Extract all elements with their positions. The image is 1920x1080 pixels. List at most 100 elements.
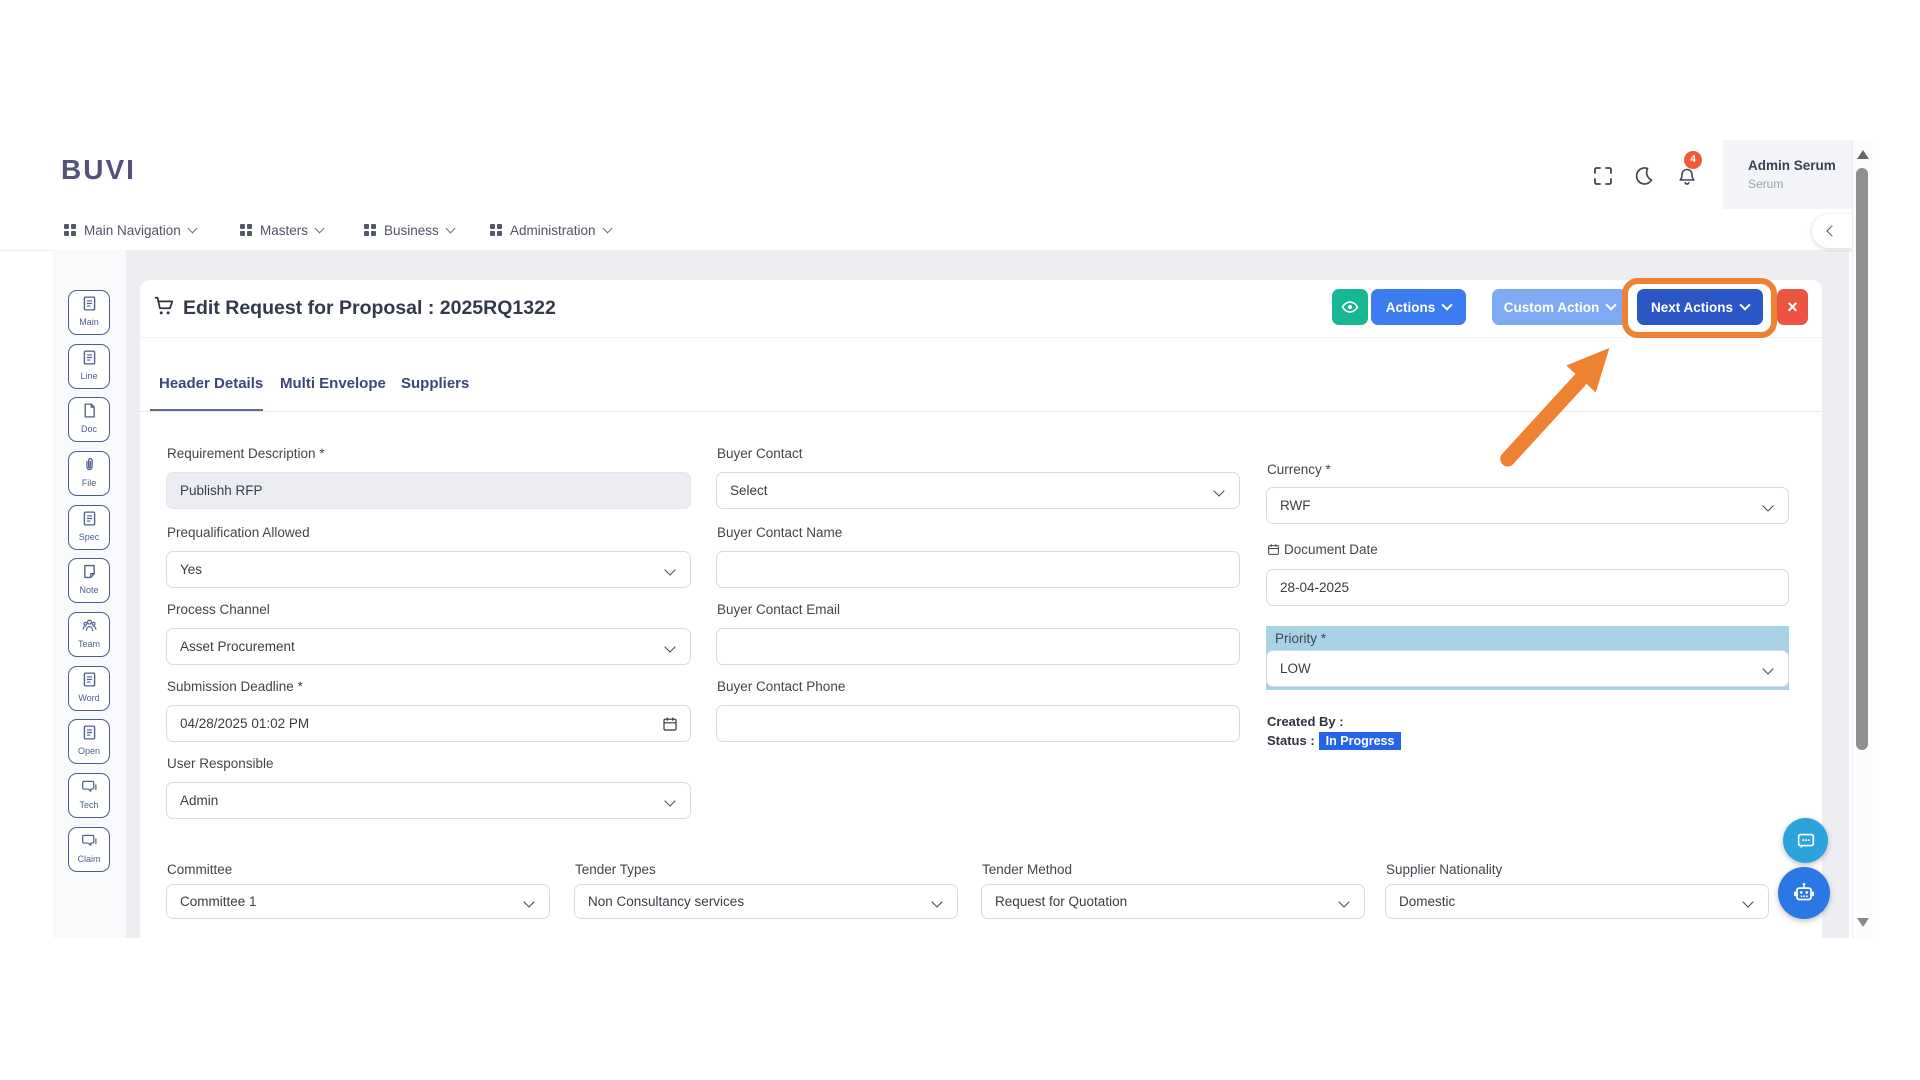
buyer-contact-phone-label: Buyer Contact Phone (717, 679, 846, 694)
sidebar-item-note[interactable]: Note (68, 558, 110, 603)
chevron-down-icon (1605, 299, 1617, 311)
sidebar-item-open[interactable]: Open (68, 719, 110, 764)
buyer-contact-phone-input[interactable] (716, 705, 1240, 742)
committee-select[interactable]: Committee 1 (166, 884, 550, 919)
calendar-icon[interactable] (662, 716, 678, 732)
status-row: Status : In Progress (1267, 732, 1402, 750)
nav-label: Business (384, 222, 439, 238)
sidebar-item-label: Line (80, 371, 98, 381)
sidebar-item-label: Main (79, 317, 99, 327)
select-value: Admin (180, 793, 219, 808)
page-icon (84, 403, 95, 418)
buyer-contact-email-input[interactable] (716, 628, 1240, 665)
tender-method-select[interactable]: Request for Quotation (981, 884, 1365, 919)
status-label: Status : (1267, 733, 1315, 748)
nav-item-business[interactable]: Business (364, 210, 456, 250)
chevron-down-icon (664, 795, 676, 807)
sidebar-item-spec[interactable]: Spec (68, 505, 110, 550)
sidebar-item-label: Spec (78, 532, 100, 542)
chevron-down-icon (1762, 663, 1774, 675)
tab-suppliers[interactable]: Suppliers (401, 375, 469, 392)
submission-deadline-input[interactable]: 04/28/2025 01:02 PM (166, 705, 691, 742)
select-value: Committee 1 (180, 894, 257, 909)
tender-types-select[interactable]: Non Consultancy services (574, 884, 958, 919)
scroll-down-arrow[interactable] (1857, 918, 1869, 927)
sidebar-item-label: Team (77, 639, 100, 649)
doc-lines-icon (83, 296, 95, 311)
nav-label: Masters (260, 222, 309, 238)
process-channel-select[interactable]: Asset Procurement (166, 628, 691, 665)
buyer-contact-select[interactable]: Select (716, 472, 1240, 509)
chat-fab-button[interactable] (1783, 818, 1828, 863)
dark-mode-moon-icon[interactable] (1634, 166, 1654, 186)
grid-icon (64, 224, 76, 236)
nav-item-main-navigation[interactable]: Main Navigation (64, 210, 198, 250)
sidebar-item-label: Open (77, 746, 101, 756)
currency-label: Currency * (1267, 462, 1331, 477)
nav-item-masters[interactable]: Masters (240, 210, 325, 250)
requirement-description-input[interactable]: Publishh RFP (166, 472, 691, 509)
chevron-down-icon (664, 641, 676, 653)
tab-header-details[interactable]: Header Details (159, 375, 263, 392)
view-eye-button[interactable] (1332, 289, 1368, 325)
brand-logo[interactable]: BUVI (61, 154, 136, 186)
buyer-contact-name-label: Buyer Contact Name (717, 525, 843, 540)
sidebar-item-claim[interactable]: Claim (68, 827, 110, 872)
sidebar-item-file[interactable]: File (68, 451, 110, 496)
actions-button[interactable]: Actions (1371, 289, 1466, 325)
close-button[interactable]: × (1777, 289, 1808, 325)
scrollbar-thumb[interactable] (1856, 168, 1868, 750)
sidebar-item-doc[interactable]: Doc (68, 397, 110, 442)
sidebar-item-label: Claim (77, 854, 101, 864)
team-icon (82, 619, 96, 632)
sidebar-rail: Main Line Doc File Spec Note Team Word O… (53, 250, 126, 938)
sidebar-item-label: File (81, 478, 97, 488)
requirement-description-label: Requirement Description * (167, 446, 325, 461)
sidebar-item-line[interactable]: Line (68, 344, 110, 389)
panel-collapse-button[interactable] (1812, 214, 1852, 248)
custom-action-button[interactable]: Custom Action (1492, 289, 1627, 325)
user-org: Serum (1748, 177, 1784, 191)
priority-label: Priority * (1275, 631, 1327, 646)
chevron-down-icon (1213, 485, 1225, 497)
currency-select[interactable]: RWF (1266, 487, 1789, 524)
datetime-value: 04/28/2025 01:02 PM (180, 716, 310, 731)
supplier-nationality-label: Supplier Nationality (1386, 862, 1503, 877)
page-title: Edit Request for Proposal : 2025RQ1322 (183, 297, 556, 319)
app-header: BUVI 4 Admin Serum Serum (0, 140, 1852, 211)
tender-types-label: Tender Types (575, 862, 656, 877)
select-value: RWF (1280, 498, 1311, 513)
next-actions-button-label: Next Actions (1650, 299, 1733, 315)
doc-lines-icon (83, 350, 95, 365)
divider (140, 411, 1822, 412)
notification-bell-icon[interactable] (1677, 167, 1697, 187)
select-value: Non Consultancy services (588, 894, 745, 909)
document-date-input[interactable]: 28-04-2025 (1266, 569, 1789, 606)
vertical-scrollbar[interactable] (1852, 140, 1873, 938)
sidebar-item-word[interactable]: Word (68, 666, 110, 711)
next-actions-button[interactable]: Next Actions (1637, 289, 1763, 325)
nav-item-administration[interactable]: Administration (490, 210, 612, 250)
fullscreen-icon[interactable] (1593, 166, 1613, 186)
sidebar-item-main[interactable]: Main (68, 290, 110, 335)
chevron-down-icon (931, 896, 943, 908)
rfp-edit-card: Edit Request for Proposal : 2025RQ1322 A… (140, 280, 1822, 938)
content-area: Main Line Doc File Spec Note Team Word O… (53, 250, 1849, 938)
nav-label: Main Navigation (84, 222, 181, 238)
scroll-up-arrow[interactable] (1857, 150, 1869, 159)
user-responsible-select[interactable]: Admin (166, 782, 691, 819)
user-menu[interactable]: Admin Serum Serum (1723, 140, 1852, 209)
chevron-down-icon (602, 223, 612, 234)
created-by-label: Created By : (1267, 714, 1344, 729)
tab-multi-envelope[interactable]: Multi Envelope (280, 375, 386, 392)
sidebar-item-label: Note (79, 585, 99, 595)
supplier-nationality-select[interactable]: Domestic (1385, 884, 1769, 919)
sidebar-item-tech[interactable]: Tech (68, 773, 110, 818)
sidebar-item-label: Word (78, 693, 100, 703)
prequalification-allowed-select[interactable]: Yes (166, 551, 691, 588)
buyer-contact-name-input[interactable] (716, 551, 1240, 588)
grid-icon (490, 224, 502, 236)
assistant-bot-fab-button[interactable] (1778, 867, 1830, 919)
sidebar-item-team[interactable]: Team (68, 612, 110, 657)
priority-select[interactable]: LOW (1266, 650, 1789, 687)
